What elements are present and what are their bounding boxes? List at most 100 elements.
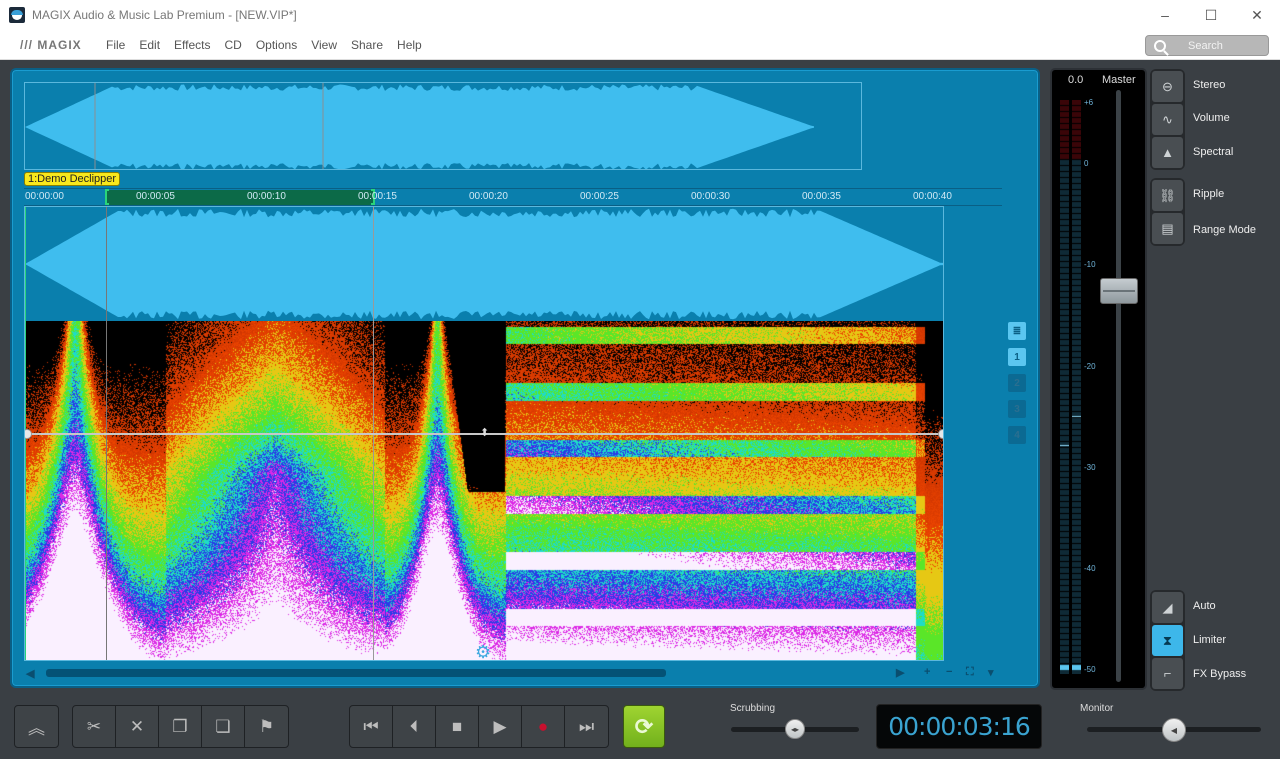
limiter-label: Limiter bbox=[1193, 634, 1227, 646]
loop-button[interactable]: ⟳ bbox=[623, 705, 665, 748]
auto-ramp-icon: ◢ bbox=[1162, 599, 1173, 615]
fx-bypass-button[interactable]: ⌐ bbox=[1152, 658, 1183, 689]
overview-waveform-shape bbox=[25, 83, 814, 169]
record-button[interactable]: ● bbox=[522, 706, 565, 747]
zoom-menu-icon[interactable]: ▾ bbox=[988, 666, 994, 679]
paste-button[interactable]: ❏ bbox=[202, 706, 245, 747]
monitor-knob[interactable]: ◀ bbox=[1162, 718, 1186, 742]
view-mode-group: ⊖ ∿ ▲ bbox=[1150, 69, 1185, 170]
ripple-button[interactable]: ⛓ bbox=[1152, 180, 1183, 211]
spectrogram[interactable] bbox=[25, 321, 943, 660]
spectral-button[interactable]: ▲ bbox=[1152, 137, 1183, 168]
search-icon bbox=[1154, 39, 1166, 52]
volume-handle-end[interactable] bbox=[938, 429, 943, 439]
meter-peak-value: 0.0 bbox=[1068, 74, 1084, 86]
limiter-icon: ⧗ bbox=[1162, 632, 1173, 648]
scissors-icon: ✂ bbox=[86, 716, 102, 736]
previous-marker-button[interactable]: ⏴ bbox=[393, 706, 436, 747]
stereo-icon: ⊖ bbox=[1162, 78, 1173, 94]
delete-x-icon: ✕ bbox=[129, 716, 145, 736]
copy-icon: ❐ bbox=[172, 716, 188, 736]
cut-button[interactable]: ✂ bbox=[73, 706, 116, 747]
timeline-ruler[interactable]: 00:00:00 00:00:05 00:00:10 00:00:15 00:0… bbox=[24, 188, 1002, 206]
chain-link-icon: ⛓ bbox=[1159, 187, 1176, 203]
scroll-left-icon[interactable]: ◀ bbox=[26, 667, 34, 680]
search-input[interactable] bbox=[1188, 39, 1258, 52]
spectral-icon: ▲ bbox=[1161, 145, 1174, 160]
output-group: ◢ ⧗ ⌐ bbox=[1150, 590, 1185, 691]
marker-flag-icon: ⚑ bbox=[258, 716, 275, 736]
limiter-button[interactable]: ⧗ bbox=[1152, 625, 1183, 656]
edit-mode-group: ⛓ ▤ bbox=[1150, 178, 1185, 246]
volume-button[interactable]: ∿ bbox=[1152, 104, 1183, 135]
go-to-start-button[interactable]: ⏮ bbox=[350, 706, 393, 747]
auto-button[interactable]: ◢ bbox=[1152, 592, 1183, 623]
menu-view[interactable]: View bbox=[311, 38, 337, 52]
maximize-button[interactable]: ☐ bbox=[1188, 0, 1234, 30]
meter-scale-label: -10 bbox=[1084, 260, 1096, 269]
track-3-button[interactable]: 3 bbox=[1008, 400, 1026, 418]
track-waveform[interactable] bbox=[25, 207, 943, 321]
fx-bypass-label: FX Bypass bbox=[1193, 668, 1247, 680]
menu-edit[interactable]: Edit bbox=[139, 38, 160, 52]
magix-logo: /// MAGIX bbox=[20, 37, 82, 52]
volume-adjust-handle-icon[interactable]: ⬍ bbox=[480, 426, 489, 439]
copy-button[interactable]: ❐ bbox=[159, 706, 202, 747]
time-display: 00:00:03:16 bbox=[876, 704, 1042, 749]
effect-gear-icon[interactable]: ⚙ bbox=[475, 643, 491, 660]
meter-left-channel bbox=[1060, 100, 1069, 674]
app-icon bbox=[9, 7, 25, 23]
track-1-button[interactable]: 1 bbox=[1008, 348, 1026, 366]
marker-button[interactable]: ⚑ bbox=[245, 706, 288, 747]
zoom-out-icon[interactable]: − bbox=[946, 666, 952, 678]
close-button[interactable]: ✕ bbox=[1234, 0, 1280, 30]
menu-effects[interactable]: Effects bbox=[174, 38, 210, 52]
meter-scale-label: -20 bbox=[1084, 362, 1096, 371]
track-2-button[interactable]: 2 bbox=[1008, 374, 1026, 392]
transport-bar: ︽ ✂ ✕ ❐ ❏ ⚑ ⏮ ⏴ ■ ▶ ● ⏭ ⟳ Scrubbing ◂▸ 0… bbox=[0, 692, 1280, 759]
overview-waveform[interactable] bbox=[24, 82, 862, 170]
track-4-button[interactable]: 4 bbox=[1008, 426, 1026, 444]
menu-share[interactable]: Share bbox=[351, 38, 383, 52]
scrubbing-knob[interactable]: ◂▸ bbox=[785, 719, 805, 739]
master-fader-track[interactable] bbox=[1116, 90, 1121, 682]
scrollbar-thumb[interactable] bbox=[46, 669, 666, 677]
meter-scale-label: 0 bbox=[1084, 159, 1089, 168]
zoom-in-icon[interactable]: + bbox=[924, 666, 930, 678]
master-fader-knob[interactable] bbox=[1100, 278, 1138, 304]
stop-button[interactable]: ■ bbox=[436, 706, 479, 747]
ruler-tick: 00:00:15 bbox=[358, 191, 397, 202]
menu-bar: /// MAGIX File Edit Effects CD Options V… bbox=[0, 30, 1280, 60]
play-icon: ▶ bbox=[493, 716, 507, 736]
loop-icon: ⟳ bbox=[634, 713, 654, 739]
editor-panel: 1:Demo Declipper 00:00:00 00:00:05 00:00… bbox=[10, 68, 1040, 688]
meter-scale-label: +6 bbox=[1084, 98, 1094, 107]
go-to-end-button[interactable]: ⏭ bbox=[565, 706, 608, 747]
range-mode-button[interactable]: ▤ bbox=[1152, 213, 1183, 244]
range-start-handle[interactable] bbox=[105, 189, 109, 205]
audio-track[interactable]: ⬍ ⚙ bbox=[24, 206, 944, 661]
collapse-button[interactable]: ︽ bbox=[15, 706, 58, 747]
play-button[interactable]: ▶ bbox=[479, 706, 522, 747]
menu-cd[interactable]: CD bbox=[225, 38, 242, 52]
menu-options[interactable]: Options bbox=[256, 38, 297, 52]
track-list-button[interactable]: ≣ bbox=[1008, 322, 1026, 340]
ruler-tick: 00:00:05 bbox=[136, 191, 175, 202]
menu-help[interactable]: Help bbox=[397, 38, 422, 52]
zoom-fit-icon[interactable]: ⛶ bbox=[966, 666, 974, 679]
stereo-button[interactable]: ⊖ bbox=[1152, 71, 1183, 102]
clip-label[interactable]: 1:Demo Declipper bbox=[24, 172, 121, 186]
paste-icon: ❏ bbox=[215, 716, 231, 736]
ruler-tick: 00:00:20 bbox=[469, 191, 508, 202]
menu-file[interactable]: File bbox=[106, 38, 125, 52]
search-box[interactable] bbox=[1145, 35, 1269, 56]
play-from-view-icon[interactable]: ▶ bbox=[896, 666, 904, 679]
spectral-label: Spectral bbox=[1193, 146, 1234, 158]
delete-button[interactable]: ✕ bbox=[116, 706, 159, 747]
speaker-icon: ◀ bbox=[1170, 725, 1178, 735]
meter-scale-label: -30 bbox=[1084, 463, 1096, 472]
window-title: MAGIX Audio & Music Lab Premium - [NEW.V… bbox=[32, 8, 297, 22]
horizontal-scrollbar[interactable]: ◀ ▶ + − ⛶ ▾ bbox=[24, 666, 1002, 682]
record-icon: ● bbox=[537, 716, 549, 736]
minimize-button[interactable]: – bbox=[1142, 0, 1188, 30]
